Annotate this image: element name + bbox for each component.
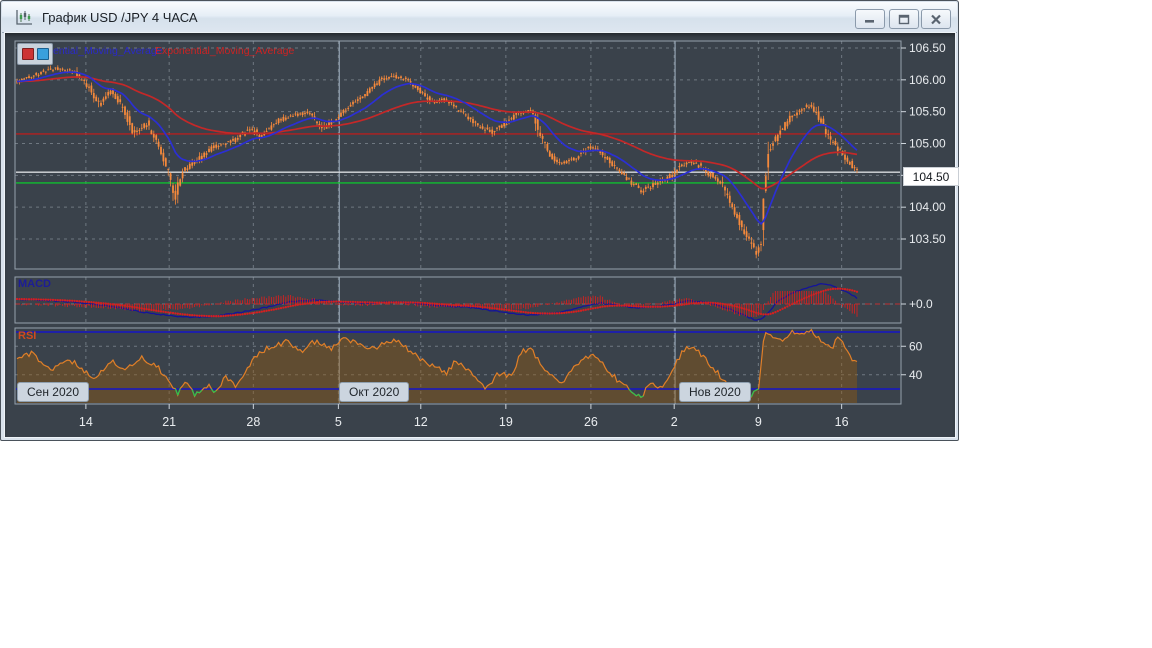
svg-text:+0.0: +0.0 [909,297,933,311]
window-title: График USD /JPY 4 ЧАСА [42,10,198,25]
svg-text:106.50: 106.50 [909,41,946,55]
macd-line [17,284,857,321]
svg-text:103.50: 103.50 [909,232,946,246]
ema-fast-line [17,72,857,224]
restore-button[interactable] [889,9,919,29]
svg-text:12: 12 [414,415,428,429]
month-label-sep2020: Сен 2020 [17,382,89,402]
svg-text:19: 19 [499,415,513,429]
rsi-panel-label: RSI [18,330,36,342]
chart-canvas[interactable]: 106.50 106.00 105.50 105.00 104.00 103.50 +0.0… [5,33,955,437]
svg-text:26: 26 [584,415,598,429]
ema-fast-swatch[interactable] [37,48,49,60]
month-label-nov2020: Нов 2020 [679,382,751,402]
svg-text:5: 5 [335,415,342,429]
legend-color-box[interactable] [17,43,53,65]
macd-panel-label: MACD [18,278,51,290]
svg-text:2: 2 [671,415,678,429]
ema-slow-legend-label: Exponential_Moving_Average [155,45,294,57]
chart-icon [14,9,34,26]
restore-icon [897,14,911,25]
svg-text:21: 21 [162,415,176,429]
svg-text:40: 40 [909,368,923,382]
close-icon [929,14,943,25]
current-price-badge: 104.50 [903,167,959,186]
title-bar[interactable]: График USD /JPY 4 ЧАСА [2,2,957,33]
month-label-okt2020: Окт 2020 [339,382,409,402]
minimize-button[interactable] [855,9,885,29]
svg-text:14: 14 [79,415,93,429]
svg-text:16: 16 [835,415,849,429]
chart-window: График USD /JPY 4 ЧАСА 106.50 106.00 105.5… [0,0,959,441]
svg-text:104.00: 104.00 [909,200,946,214]
ema-slow-swatch[interactable] [22,48,34,60]
svg-text:106.00: 106.00 [909,73,946,87]
svg-text:105.50: 105.50 [909,105,946,119]
close-button[interactable] [921,9,951,29]
ema-fast-legend-label: ential_Moving_Average [53,45,163,57]
minimize-icon [863,14,877,24]
chart-client-area[interactable]: 106.50 106.00 105.50 105.00 104.00 103.50 +0.0… [5,33,955,437]
macd-panel-border [15,277,901,323]
svg-text:9: 9 [755,415,762,429]
svg-text:105.00: 105.00 [909,137,946,151]
svg-text:28: 28 [246,415,260,429]
svg-text:60: 60 [909,339,923,353]
